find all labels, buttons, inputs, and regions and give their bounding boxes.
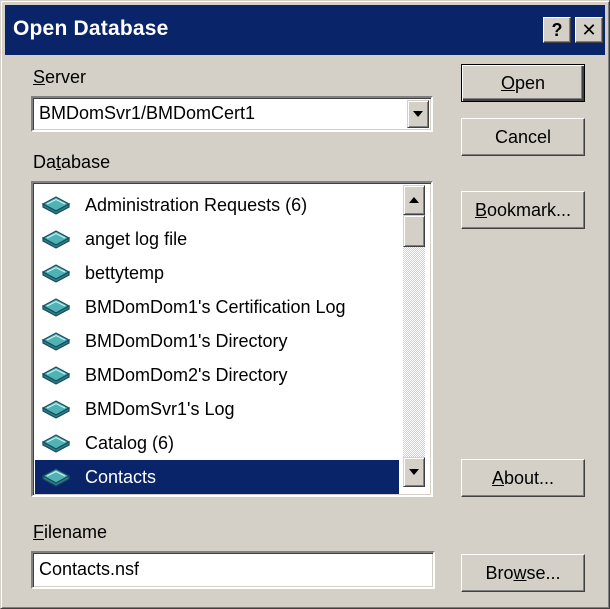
list-item[interactable]: Contacts xyxy=(35,460,399,494)
list-item[interactable]: BMDomDom1's Directory xyxy=(35,324,399,358)
list-item[interactable]: bettytemp xyxy=(35,256,399,290)
database-label: Database xyxy=(33,152,111,172)
help-button[interactable]: ? xyxy=(543,17,571,43)
list-item-label: BMDomSvr1's Log xyxy=(85,398,235,419)
book-icon xyxy=(41,298,71,317)
scrollbar-thumb[interactable] xyxy=(403,215,425,247)
help-icon: ? xyxy=(551,19,563,40)
filename-input[interactable]: Contacts.nsf xyxy=(31,551,435,589)
list-item-label: BMDomDom1's Certification Log xyxy=(85,296,346,317)
dialog-title: Open Database xyxy=(13,17,169,40)
about-button[interactable]: About... xyxy=(461,459,585,497)
list-item[interactable]: BMDomDom1's Certification Log xyxy=(35,290,399,324)
book-icon xyxy=(41,332,71,351)
list-item-label: Catalog (6) xyxy=(85,432,175,453)
list-item-label: bettytemp xyxy=(85,262,165,283)
scroll-down-button[interactable] xyxy=(403,457,425,487)
book-icon xyxy=(41,400,71,419)
open-button[interactable]: Open xyxy=(461,64,585,102)
cancel-button[interactable]: Cancel xyxy=(461,118,585,156)
list-item[interactable]: Administration Requests (6) xyxy=(35,188,399,222)
server-combobox[interactable]: BMDomSvr1/BMDomCert1 xyxy=(31,96,433,132)
list-item-label: BMDomDom2's Directory xyxy=(85,364,288,385)
chevron-down-icon xyxy=(413,111,423,117)
list-item[interactable]: BMDomDom2's Directory xyxy=(35,358,399,392)
list-item-label: BMDomDom1's Directory xyxy=(85,330,288,351)
list-item[interactable]: anget log file xyxy=(35,222,399,256)
list-item-label: Administration Requests (6) xyxy=(85,194,308,215)
browse-button[interactable]: Browse... xyxy=(461,554,585,592)
book-icon xyxy=(41,468,71,487)
list-item-label: Contacts xyxy=(85,466,157,487)
list-item-label: anget log file xyxy=(85,228,188,249)
chevron-up-icon xyxy=(409,197,419,203)
server-dropdown-button[interactable] xyxy=(407,100,429,128)
filename-label: Filename xyxy=(33,522,108,542)
close-icon: ✕ xyxy=(581,19,597,40)
book-icon xyxy=(41,196,71,215)
book-icon xyxy=(41,366,71,385)
book-icon xyxy=(41,264,71,283)
server-label: Server xyxy=(33,67,87,87)
server-value: BMDomSvr1/BMDomCert1 xyxy=(39,103,256,123)
list-item[interactable]: Catalog (6) xyxy=(35,426,399,460)
chevron-down-icon xyxy=(409,469,419,475)
open-database-dialog: Open Database ? ✕ Server BMDomSvr1/BMDom… xyxy=(0,0,610,609)
close-button[interactable]: ✕ xyxy=(575,17,603,43)
book-icon xyxy=(41,230,71,249)
list-item[interactable]: BMDomSvr1's Log xyxy=(35,392,399,426)
database-list[interactable]: Administration Requests (6) anget log fil… xyxy=(31,181,433,497)
title-bar[interactable]: Open Database ? ✕ xyxy=(5,5,605,55)
bookmark-button[interactable]: Bookmark... xyxy=(461,191,585,229)
filename-value: Contacts.nsf xyxy=(39,559,140,579)
book-icon xyxy=(41,434,71,453)
scroll-up-button[interactable] xyxy=(403,185,425,215)
